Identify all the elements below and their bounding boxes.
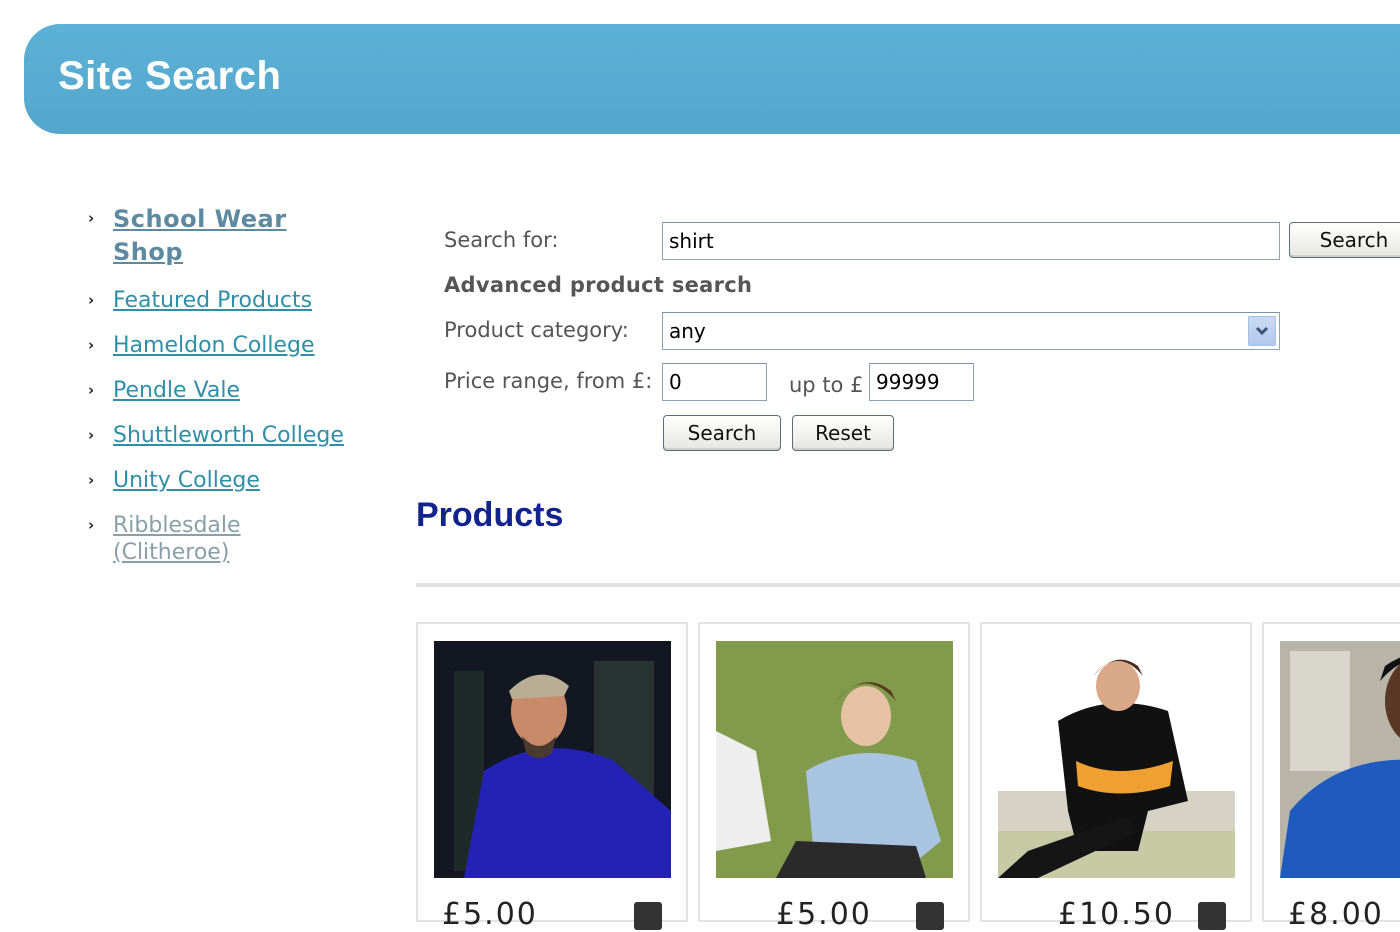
sidebar-item-pendle-vale: › Pendle Vale xyxy=(88,377,348,404)
product-category-value: any xyxy=(669,319,706,343)
product-card[interactable]: £5.00 xyxy=(698,622,970,932)
add-to-cart-icon[interactable] xyxy=(634,902,662,930)
chevron-right-icon: › xyxy=(88,336,95,354)
chevron-right-icon: › xyxy=(88,426,95,444)
product-image[interactable] xyxy=(716,641,953,878)
sidebar-item-shuttleworth-college: › Shuttleworth College xyxy=(88,422,348,449)
reset-button[interactable]: Reset xyxy=(792,415,894,451)
add-to-cart-icon[interactable] xyxy=(916,902,944,930)
product-card[interactable]: £8.00 xyxy=(1262,622,1400,932)
price-to-label: up to £ xyxy=(789,373,864,397)
sidebar-link-pendle-vale[interactable]: Pendle Vale xyxy=(113,378,240,403)
search-for-label: Search for: xyxy=(444,228,559,252)
sidebar-link-ribblesdale[interactable]: Ribblesdale (Clitheroe) xyxy=(113,513,241,565)
sidebar-link-unity-college[interactable]: Unity College xyxy=(113,468,260,493)
product-price: £10.50 xyxy=(1058,897,1175,932)
advanced-search-heading: Advanced product search xyxy=(444,273,753,297)
sidebar-link-featured-products[interactable]: Featured Products xyxy=(113,288,312,313)
price-range-label: Price range, from £: xyxy=(444,369,653,393)
product-category-label: Product category: xyxy=(444,318,629,342)
chevron-right-icon: › xyxy=(88,381,95,399)
product-category-select[interactable]: any xyxy=(662,312,1280,350)
sidebar-link-shuttleworth-college[interactable]: Shuttleworth College xyxy=(113,423,344,448)
price-from-input[interactable]: 0 xyxy=(662,363,767,401)
product-price: £5.00 xyxy=(442,897,538,932)
sidebar-item-school-wear-shop: › School Wear Shop xyxy=(88,203,348,269)
search-input[interactable]: shirt xyxy=(662,222,1280,260)
product-card[interactable]: £10.50 xyxy=(980,622,1252,932)
chevron-right-icon: › xyxy=(88,209,95,227)
sidebar-nav: › School Wear Shop › Featured Products › … xyxy=(88,203,348,584)
page-title: Site Search xyxy=(58,54,282,98)
product-card[interactable]: £5.00 xyxy=(416,622,688,932)
chevron-right-icon: › xyxy=(88,291,95,309)
product-image[interactable] xyxy=(998,641,1235,878)
chevron-right-icon: › xyxy=(88,471,95,489)
add-to-cart-icon[interactable] xyxy=(1198,902,1226,930)
advanced-search-button[interactable]: Search xyxy=(663,415,781,451)
sidebar-item-hameldon-college: › Hameldon College xyxy=(88,332,348,359)
products-heading: Products xyxy=(416,496,564,534)
sidebar-item-featured-products: › Featured Products xyxy=(88,287,348,314)
product-price: £5.00 xyxy=(776,897,872,932)
sidebar-link-hameldon-college[interactable]: Hameldon College xyxy=(113,333,315,358)
sidebar-item-unity-college: › Unity College xyxy=(88,467,348,494)
price-to-input[interactable]: 99999 xyxy=(869,363,974,401)
page-header: Site Search xyxy=(24,24,1400,134)
products-divider xyxy=(416,583,1400,587)
product-image[interactable] xyxy=(434,641,671,878)
product-price: £8.00 xyxy=(1288,897,1384,932)
chevron-down-icon[interactable] xyxy=(1248,316,1276,346)
search-button[interactable]: Search xyxy=(1289,222,1400,258)
sidebar-item-ribblesdale: › Ribblesdale (Clitheroe) xyxy=(88,512,348,566)
sidebar-link-school-wear-shop[interactable]: School Wear Shop xyxy=(113,205,287,266)
chevron-right-icon: › xyxy=(88,516,95,534)
product-image[interactable] xyxy=(1280,641,1400,878)
